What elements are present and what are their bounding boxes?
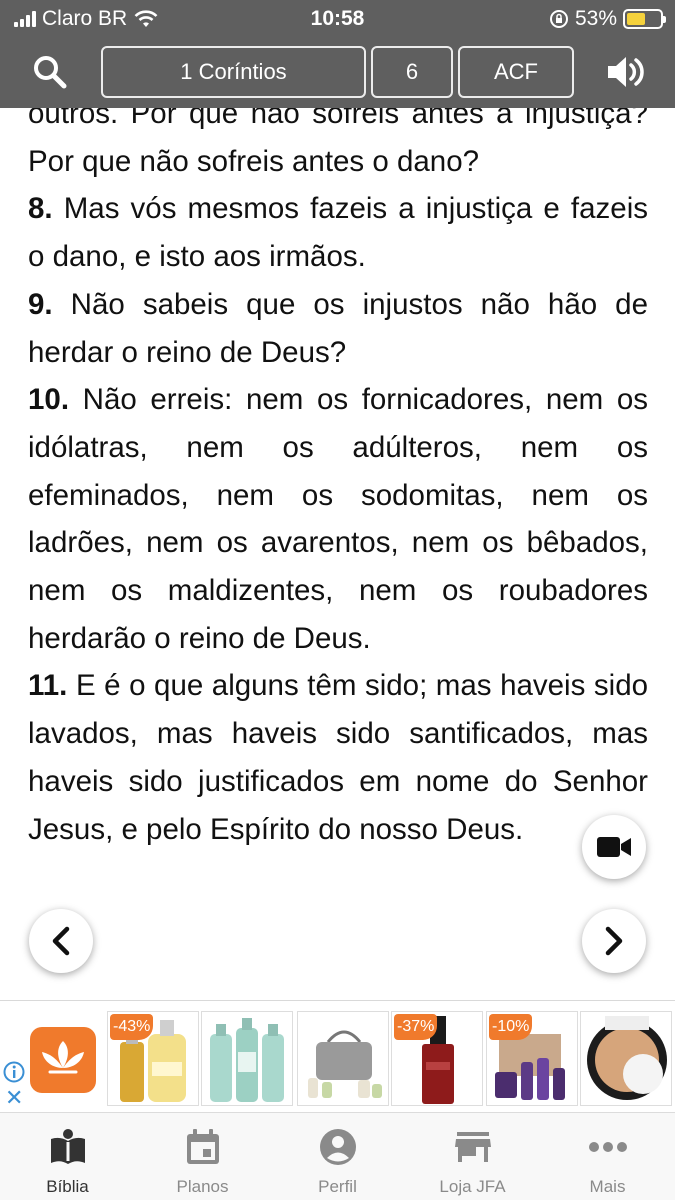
tab-perfil[interactable]: Perfil — [270, 1113, 405, 1200]
verse-text: Não sabeis que os injustos não hão de he… — [28, 287, 648, 369]
chevron-right-icon — [605, 926, 623, 956]
verse: 11. E é o que alguns têm sido; mas havei… — [28, 662, 648, 853]
verse-number: 8. — [28, 192, 53, 226]
profile-icon — [320, 1129, 356, 1165]
tab-label: Perfil — [318, 1177, 357, 1196]
verse-number: 9. — [28, 287, 53, 321]
product-image — [587, 1016, 667, 1100]
video-camera-icon — [597, 837, 631, 857]
verse-text: Não erreis: nem os fornicadores, nem os … — [28, 383, 649, 655]
product-image — [210, 1018, 284, 1102]
next-chapter-button[interactable] — [582, 909, 646, 973]
tab-label: Bíblia — [46, 1177, 89, 1196]
ad-product[interactable]: -37% — [391, 1011, 483, 1106]
version-selector[interactable]: ACF — [458, 46, 574, 98]
chapter-text: outros. Por que não sofreis antes a inju… — [28, 90, 648, 853]
verse-number: 11. — [28, 669, 68, 703]
tab-label: Mais — [589, 1177, 626, 1196]
tab-bar: Bíblia Planos Perfil Loja JFA Mais — [0, 1112, 675, 1200]
tab-loja-jfa[interactable]: Loja JFA — [405, 1113, 540, 1200]
verse-text: Mas vós mesmos fazeis a injustiça e faze… — [28, 192, 648, 274]
orientation-lock-icon — [549, 10, 568, 28]
search-icon[interactable] — [30, 52, 70, 92]
battery-icon — [623, 9, 666, 29]
video-button[interactable] — [582, 815, 646, 879]
ad-close-icon[interactable]: ✕ — [5, 1087, 23, 1109]
top-bar: Claro BR 10:58 53% 1 Coríntios 6 ACF — [0, 0, 675, 108]
bible-icon — [51, 1129, 85, 1164]
chapter-selector[interactable]: 6 — [371, 46, 453, 98]
status-bar: Claro BR 10:58 53% — [0, 0, 675, 38]
speaker-icon[interactable] — [605, 52, 647, 92]
product-image — [308, 1030, 382, 1098]
previous-chapter-button[interactable] — [29, 909, 93, 973]
battery-percent: 53% — [574, 7, 617, 30]
ad-product[interactable] — [580, 1011, 672, 1106]
discount-badge: -37% — [394, 1014, 438, 1040]
verse-text: E é o que alguns têm sido; mas haveis si… — [28, 669, 649, 846]
chevron-left-icon — [52, 926, 70, 956]
discount-badge: -43% — [110, 1014, 154, 1040]
ad-product[interactable]: -43% — [107, 1011, 199, 1106]
ad-banner[interactable]: ✕ -43% -37% -10% — [0, 1000, 675, 1112]
flower-logo-icon — [42, 1041, 84, 1074]
ad-product[interactable]: -10% — [486, 1011, 578, 1106]
verse: 9. Não sabeis que os injustos não hão de… — [28, 281, 648, 376]
reader-header: 1 Coríntios 6 ACF — [0, 38, 675, 108]
ad-product[interactable] — [201, 1011, 293, 1106]
discount-badge: -10% — [489, 1014, 533, 1040]
book-selector[interactable]: 1 Coríntios — [101, 46, 366, 98]
verse: 8. Mas vós mesmos fazeis a injustiça e f… — [28, 185, 648, 280]
more-icon — [589, 1142, 627, 1152]
ad-product[interactable] — [297, 1011, 389, 1106]
tab-label: Loja JFA — [439, 1177, 506, 1196]
calendar-icon — [187, 1129, 219, 1164]
tab-planos[interactable]: Planos — [135, 1113, 270, 1200]
verse: 10. Não erreis: nem os fornicadores, nem… — [28, 376, 648, 662]
tab-label: Planos — [176, 1177, 229, 1196]
ad-info-icon[interactable] — [3, 1061, 25, 1083]
tab-biblia[interactable]: Bíblia — [0, 1113, 135, 1200]
verse-number: 10. — [28, 383, 70, 417]
tab-mais[interactable]: Mais — [540, 1113, 675, 1200]
store-icon — [455, 1132, 491, 1162]
advertiser-logo[interactable] — [30, 1027, 96, 1093]
